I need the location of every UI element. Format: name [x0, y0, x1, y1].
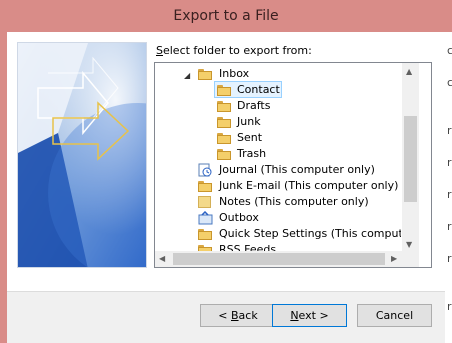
tree-item-quick-step-settings[interactable]: Quick Step Settings (This computer o [196, 226, 401, 242]
inbox-folder-icon [198, 69, 212, 80]
background-text: r [447, 220, 452, 233]
tree-item-junk[interactable]: Junk [217, 114, 397, 130]
folder-prompt-label: Select folder to export from: [156, 44, 312, 57]
tree-item-inbox[interactable]: Inbox [196, 66, 396, 82]
scroll-down-arrow-icon[interactable]: ▼ [406, 240, 412, 249]
folder-icon [198, 181, 212, 192]
collapse-arrow-icon[interactable]: ◢ [184, 71, 190, 80]
next-button[interactable]: Next > [272, 304, 347, 327]
folder-icon [217, 101, 231, 112]
background-text: c [447, 76, 452, 89]
tree-item-junk-email[interactable]: Junk E-mail (This computer only) [196, 178, 401, 194]
outbox-icon [198, 210, 214, 225]
tree-item-sent[interactable]: Sent [217, 130, 397, 146]
background-text: r [447, 188, 452, 201]
background-text: c [447, 44, 452, 57]
back-button[interactable]: < Back [200, 304, 276, 327]
folder-icon [217, 133, 231, 144]
tree-item-contact[interactable]: Contact [217, 82, 397, 98]
vertical-scroll-thumb[interactable] [404, 116, 417, 202]
background-text: r [447, 156, 452, 169]
scroll-right-arrow-icon[interactable]: ▶ [391, 254, 397, 263]
tree-item-notes[interactable]: Notes (This computer only) [196, 194, 401, 210]
folder-icon [217, 149, 231, 160]
tree-item-trash[interactable]: Trash [217, 146, 397, 162]
notes-icon [198, 196, 211, 208]
folder-icon [217, 117, 231, 128]
wizard-banner-image [17, 42, 147, 268]
cancel-button[interactable]: Cancel [357, 304, 432, 327]
scrollbar-corner [402, 251, 419, 267]
scroll-left-arrow-icon[interactable]: ◀ [159, 254, 165, 263]
tree-item-journal[interactable]: Journal (This computer only) [196, 162, 401, 178]
window-title: Export to a File [173, 8, 279, 24]
background-text: r [447, 252, 452, 265]
folder-icon [198, 229, 212, 240]
horizontal-scroll-thumb[interactable] [173, 253, 385, 265]
folder-icon [217, 85, 231, 96]
background-text: r [447, 300, 452, 313]
scroll-up-arrow-icon[interactable]: ▲ [406, 67, 412, 76]
tree-item-outbox[interactable]: Outbox [196, 210, 401, 226]
journal-icon [198, 163, 212, 177]
title-bar[interactable]: Export to a File [0, 0, 452, 32]
tree-item-drafts[interactable]: Drafts [217, 98, 397, 114]
background-text: r [447, 124, 452, 137]
tree-item-rss-feeds[interactable]: RSS Feeds [196, 242, 401, 251]
